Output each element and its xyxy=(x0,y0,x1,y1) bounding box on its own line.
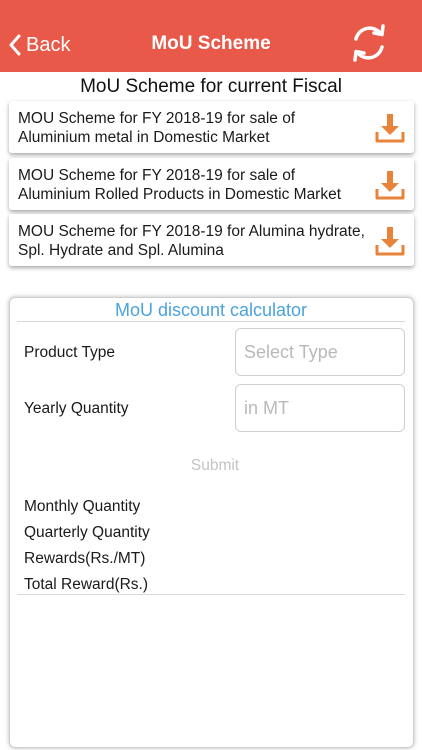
quarterly-quantity-label: Quarterly Quantity xyxy=(24,524,150,541)
monthly-quantity-label: Monthly Quantity xyxy=(24,498,141,515)
rewards-label: Rewards(Rs./MT) xyxy=(24,550,146,567)
product-type-label: Product Type xyxy=(24,344,116,361)
product-type-select[interactable] xyxy=(235,328,405,376)
download-icon[interactable] xyxy=(375,226,405,256)
scheme-title: MOU Scheme for FY 2018-19 for sale of Al… xyxy=(18,110,296,146)
scheme-item-aluminium-metal[interactable]: MOU Scheme for FY 2018-19 for sale of Al… xyxy=(9,101,414,153)
section-title: MoU Scheme for current Fiscal xyxy=(80,76,342,97)
yearly-quantity-label: Yearly Quantity xyxy=(24,400,129,417)
divider xyxy=(17,321,405,322)
download-icon[interactable] xyxy=(375,170,405,200)
total-reward-label: Total Reward(Rs.) xyxy=(24,576,149,593)
scheme-item-aluminium-rolled[interactable]: MOU Scheme for FY 2018-19 for sale of Al… xyxy=(9,158,414,210)
refresh-icon xyxy=(353,24,385,62)
submit-button[interactable]: Submit xyxy=(150,454,280,478)
download-icon[interactable] xyxy=(375,113,405,143)
calculator-title: MoU discount calculator xyxy=(114,300,308,320)
scheme-title: MOU Scheme for FY 2018-19 for Alumina hy… xyxy=(18,223,365,259)
scheme-title: MOU Scheme for FY 2018-19 for sale of Al… xyxy=(18,167,342,203)
yearly-quantity-input[interactable] xyxy=(235,384,405,432)
nav-header: Back MoU Scheme xyxy=(0,0,422,72)
scheme-item-alumina-hydrate[interactable]: MOU Scheme for FY 2018-19 for Alumina hy… xyxy=(9,214,414,266)
divider xyxy=(17,594,405,595)
refresh-button[interactable] xyxy=(348,22,390,64)
